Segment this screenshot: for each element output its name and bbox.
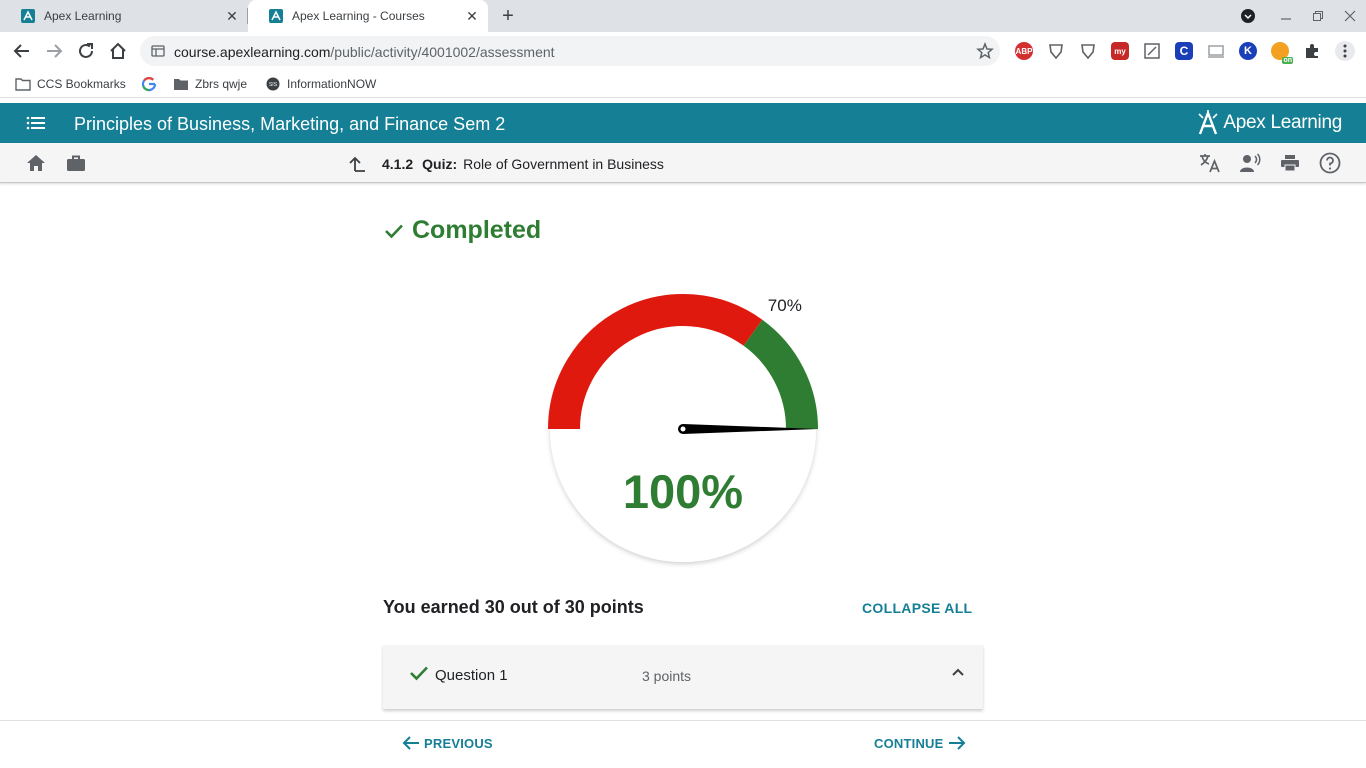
back-icon[interactable]: [11, 40, 33, 62]
chevron-up-icon[interactable]: [951, 665, 965, 684]
menu-icon[interactable]: [26, 115, 46, 136]
google-icon: [141, 76, 157, 92]
bookmark-informationnow[interactable]: SIS InformationNOW: [265, 76, 376, 92]
continue-button[interactable]: CONTINUE: [874, 735, 966, 751]
browser-toolbar: course.apexlearning.com/public/activity/…: [0, 32, 1366, 70]
tab-title: Apex Learning - Courses: [292, 9, 425, 23]
bookmark-label: CCS Bookmarks: [37, 77, 126, 91]
bookmark-label: Zbrs qwje: [195, 77, 248, 91]
previous-label: PREVIOUS: [424, 735, 493, 751]
url-path: /public/activity/4001002/assessment: [330, 44, 555, 60]
restore-icon[interactable]: [1307, 6, 1329, 26]
home-icon[interactable]: [107, 40, 129, 62]
activity-footer: PREVIOUS CONTINUE: [0, 720, 1366, 768]
arrow-right-icon: [948, 735, 966, 751]
score-summary: You earned 30 out of 30 points: [383, 597, 644, 617]
activity-name: Role of Government in Business: [463, 156, 664, 172]
gauge-needle-hub-center: [680, 426, 686, 432]
up-arrow-icon[interactable]: [348, 155, 366, 173]
check-icon: [409, 665, 429, 686]
svg-text:SIS: SIS: [269, 82, 278, 88]
url-text: course.apexlearning.com/public/activity/…: [174, 44, 555, 60]
bookmark-zbrs[interactable]: Zbrs qwje: [173, 76, 247, 92]
print-icon[interactable]: [1279, 152, 1301, 174]
address-bar[interactable]: course.apexlearning.com/public/activity/…: [140, 36, 1000, 66]
close-icon[interactable]: ✕: [224, 8, 240, 24]
shield-extension-icon[interactable]: [1047, 42, 1065, 60]
url-host: course.apexlearning.com: [174, 44, 331, 60]
activity-title: 4.1.2 Quiz: Role of Government in Busine…: [348, 155, 664, 173]
reload-icon[interactable]: [75, 40, 97, 62]
activity-type: Quiz:: [422, 156, 458, 172]
gauge-threshold-label: 70%: [768, 296, 802, 315]
score-percent: 100%: [623, 465, 743, 518]
apex-logo-text: Apex Learning: [1223, 112, 1342, 133]
translate-icon[interactable]: [1199, 152, 1221, 174]
collapse-all-button[interactable]: COLLAPSE ALL: [862, 600, 972, 616]
on-extension-icon[interactable]: on: [1271, 42, 1293, 64]
c-extension-icon[interactable]: C: [1175, 42, 1193, 60]
edit-extension-icon[interactable]: [1143, 42, 1161, 60]
tab-title: Apex Learning: [44, 9, 122, 23]
question-points: 3 points: [642, 668, 692, 684]
tab-search-icon[interactable]: [1237, 6, 1259, 26]
close-icon[interactable]: ✕: [464, 8, 480, 24]
my-extension-icon[interactable]: my: [1111, 42, 1129, 60]
apex-logo-mark-icon: [1197, 110, 1219, 136]
apex-logo[interactable]: Apex Learning: [1197, 110, 1342, 136]
activity-bar: 4.1.2 Quiz: Role of Government in Busine…: [0, 143, 1366, 183]
bookmark-ccs[interactable]: CCS Bookmarks: [15, 76, 126, 92]
bookmarks-bar: CCS Bookmarks Zbrs qwje SIS InformationN…: [0, 70, 1366, 98]
previous-button[interactable]: PREVIOUS: [402, 735, 493, 751]
apex-favicon-icon: [20, 8, 36, 24]
bookmark-star-icon[interactable]: [976, 41, 994, 65]
question-label: Question 1: [435, 667, 508, 684]
apex-favicon-icon: [268, 8, 284, 24]
folder-icon: [173, 76, 189, 92]
bookmark-label: InformationNOW: [287, 77, 377, 91]
activity-number: 4.1.2: [382, 156, 414, 172]
adblock-extension-icon[interactable]: ABP: [1015, 42, 1033, 60]
app-header: Principles of Business, Marketing, and F…: [0, 103, 1366, 143]
site-info-icon[interactable]: [151, 44, 165, 63]
check-icon: [384, 223, 404, 239]
score-gauge: 70% 100%: [548, 294, 818, 562]
shield-extension-2-icon[interactable]: [1079, 42, 1097, 60]
extensions-puzzle-icon[interactable]: [1303, 42, 1321, 60]
cast-extension-icon[interactable]: [1207, 42, 1225, 60]
browser-tab[interactable]: Apex Learning ✕: [0, 0, 248, 32]
new-tab-button[interactable]: +: [498, 5, 518, 27]
home-icon[interactable]: [25, 152, 47, 174]
briefcase-icon[interactable]: [65, 152, 87, 174]
continue-label: CONTINUE: [874, 735, 944, 751]
status-text: Completed: [412, 216, 542, 244]
folder-icon: [15, 76, 31, 92]
sis-icon: SIS: [265, 76, 281, 92]
k-extension-icon[interactable]: K: [1239, 42, 1257, 60]
bookmark-google[interactable]: [141, 76, 163, 92]
forward-icon[interactable]: [43, 40, 65, 62]
course-title: Principles of Business, Marketing, and F…: [74, 114, 506, 134]
read-aloud-icon[interactable]: [1239, 152, 1261, 174]
question-row[interactable]: Question 1 3 points: [383, 645, 983, 709]
arrow-left-icon: [402, 735, 420, 751]
browser-menu-icon[interactable]: [1335, 41, 1355, 61]
window-close-icon[interactable]: [1339, 6, 1361, 26]
completion-status: Completed: [384, 216, 541, 245]
help-icon[interactable]: [1319, 152, 1341, 174]
browser-tab-active[interactable]: Apex Learning - Courses ✕: [248, 0, 488, 32]
minimize-icon[interactable]: [1275, 6, 1297, 26]
browser-tab-strip: Apex Learning ✕ Apex Learning - Courses …: [0, 0, 1366, 32]
